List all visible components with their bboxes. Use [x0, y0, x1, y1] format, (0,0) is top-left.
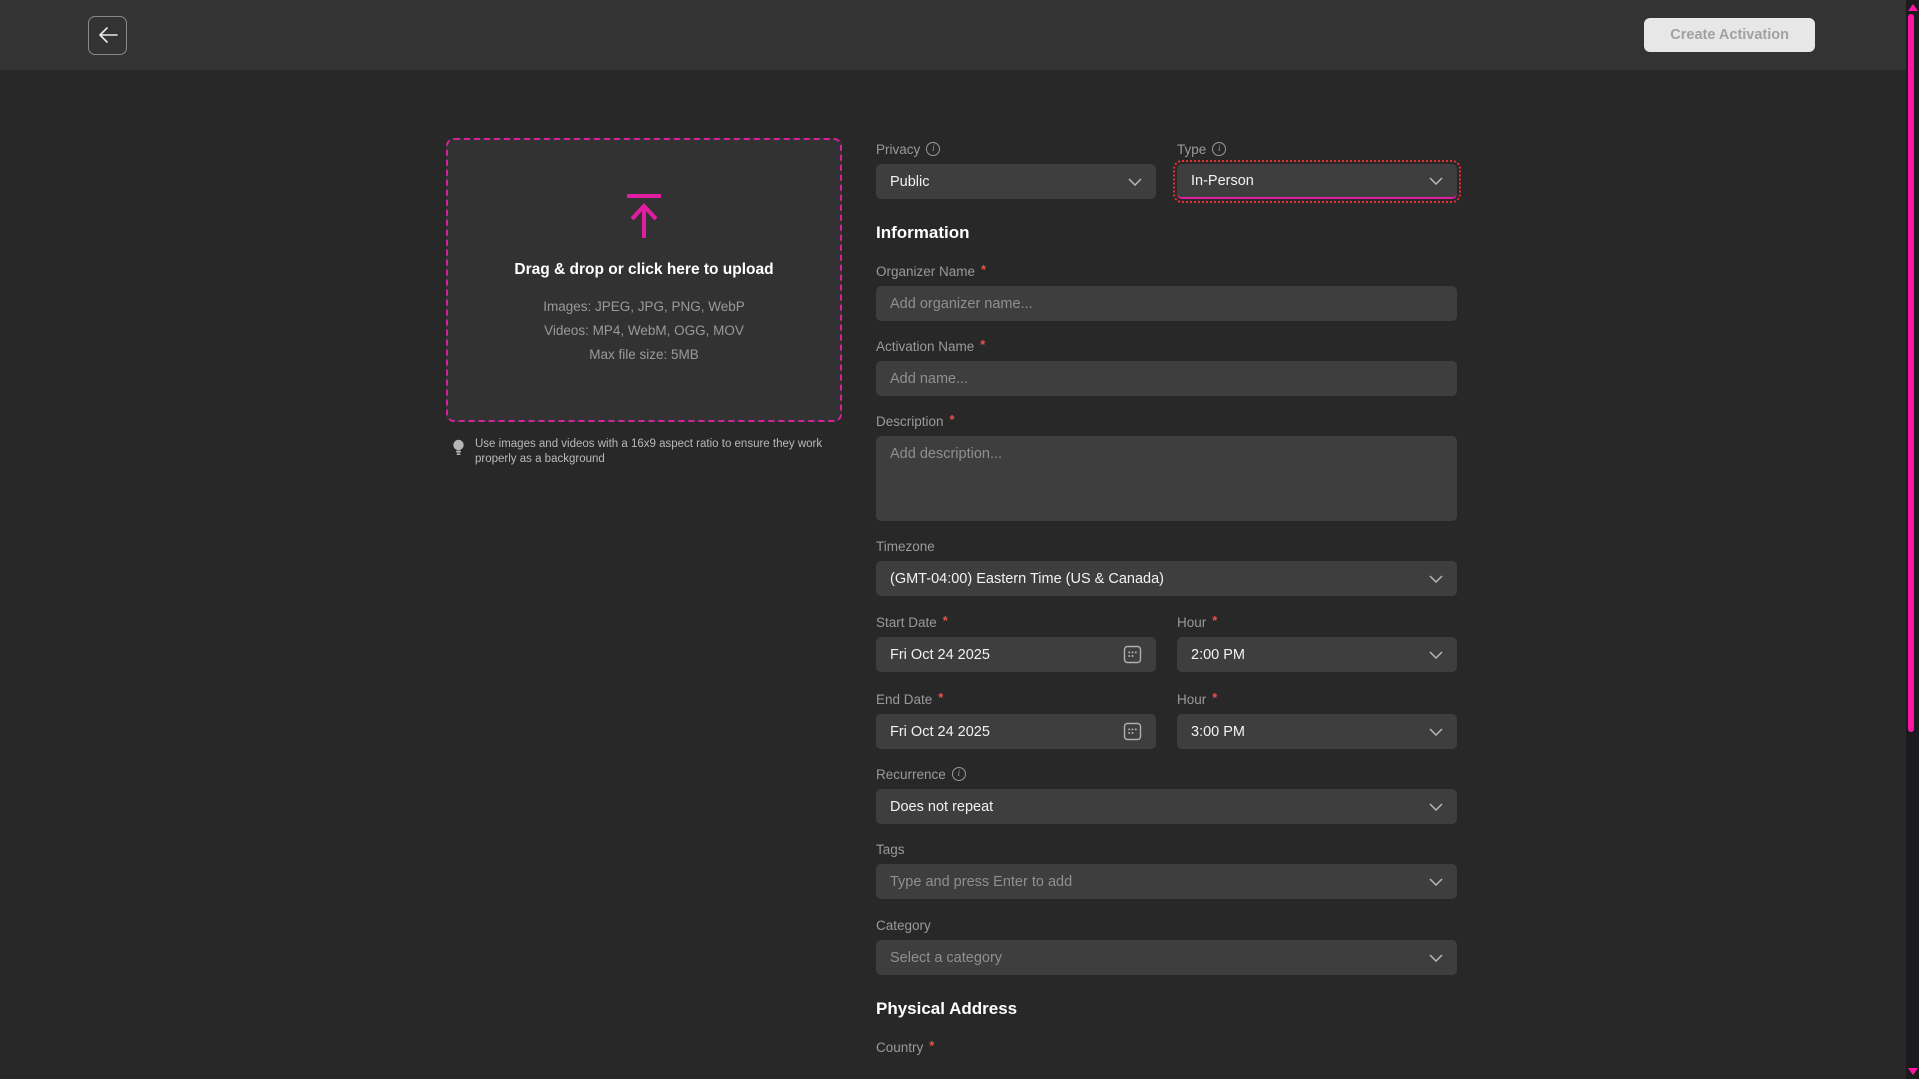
scroll-up-icon[interactable] — [1908, 4, 1918, 11]
upload-arrow-icon — [623, 193, 665, 239]
end-hour-select[interactable]: 3:00 PM — [1177, 714, 1457, 749]
required-marker: * — [981, 262, 986, 277]
calendar-icon[interactable] — [1123, 722, 1142, 741]
recurrence-info-icon[interactable]: i — [952, 767, 966, 781]
required-marker: * — [938, 690, 943, 705]
scrollbar-thumb[interactable] — [1908, 14, 1914, 732]
required-marker: * — [943, 613, 948, 628]
chevron-down-icon — [1429, 803, 1443, 811]
dropzone-image-formats: Images: JPEG, JPG, PNG, WebP — [543, 295, 745, 319]
end-date-input[interactable]: Fri Oct 24 2025 — [876, 714, 1156, 749]
required-marker: * — [980, 337, 985, 352]
privacy-info-icon[interactable]: i — [926, 142, 940, 156]
lightbulb-icon — [452, 439, 465, 457]
category-select[interactable]: Select a category — [876, 940, 1457, 975]
required-marker: * — [1212, 690, 1217, 705]
back-arrow-icon — [98, 27, 118, 43]
type-select[interactable]: In-Person — [1177, 164, 1457, 199]
tags-input[interactable]: Type and press Enter to add — [876, 864, 1457, 899]
start-date-label: Start Date * — [876, 613, 1156, 631]
recurrence-label: Recurrence i — [876, 765, 1457, 783]
chevron-down-icon — [1429, 177, 1443, 185]
activation-name-label: Activation Name * — [876, 337, 1457, 355]
required-marker: * — [929, 1038, 934, 1053]
media-upload-dropzone[interactable]: Drag & drop or click here to upload Imag… — [446, 138, 842, 422]
recurrence-select[interactable]: Does not repeat — [876, 789, 1457, 824]
scroll-down-icon[interactable] — [1908, 1068, 1918, 1075]
aspect-ratio-hint: Use images and videos with a 16x9 aspect… — [452, 437, 848, 467]
end-date-label: End Date * — [876, 690, 1156, 708]
calendar-icon[interactable] — [1123, 645, 1142, 664]
timezone-select[interactable]: (GMT-04:00) Eastern Time (US & Canada) — [876, 561, 1457, 596]
create-activation-button[interactable]: Create Activation — [1644, 18, 1815, 52]
information-heading: Information — [876, 223, 1457, 243]
topbar: Create Activation — [0, 0, 1919, 70]
description-textarea[interactable] — [876, 436, 1457, 521]
hint-text: Use images and videos with a 16x9 aspect… — [475, 437, 845, 467]
activation-form: Privacy i Public Type i In-Person — [876, 140, 1457, 1056]
type-info-icon[interactable]: i — [1212, 142, 1226, 156]
chevron-down-icon — [1128, 178, 1142, 186]
chevron-down-icon — [1429, 954, 1443, 962]
physical-address-heading: Physical Address — [876, 999, 1457, 1019]
vertical-scrollbar[interactable] — [1906, 0, 1919, 1079]
create-activation-page: Create Activation Drag & drop or click h… — [0, 0, 1919, 1079]
dropzone-video-formats: Videos: MP4, WebM, OGG, MOV — [544, 319, 744, 343]
start-hour-select[interactable]: 2:00 PM — [1177, 637, 1457, 672]
chevron-down-icon — [1429, 878, 1443, 886]
dropzone-title: Drag & drop or click here to upload — [514, 261, 773, 279]
start-date-input[interactable]: Fri Oct 24 2025 — [876, 637, 1156, 672]
required-marker: * — [950, 412, 955, 427]
privacy-label: Privacy i — [876, 140, 1156, 158]
tags-label: Tags — [876, 840, 1457, 858]
organizer-name-label: Organizer Name * — [876, 262, 1457, 280]
required-marker: * — [1212, 613, 1217, 628]
activation-name-input[interactable] — [876, 361, 1457, 396]
type-label: Type i — [1177, 140, 1457, 158]
category-label: Category — [876, 916, 1457, 934]
dropzone-max-size: Max file size: 5MB — [589, 343, 699, 367]
country-label: Country * — [876, 1038, 1457, 1056]
privacy-select[interactable]: Public — [876, 164, 1156, 199]
organizer-name-input[interactable] — [876, 286, 1457, 321]
back-button[interactable] — [88, 16, 127, 55]
start-hour-label: Hour * — [1177, 613, 1457, 631]
chevron-down-icon — [1429, 728, 1443, 736]
chevron-down-icon — [1429, 651, 1443, 659]
description-label: Description * — [876, 412, 1457, 430]
chevron-down-icon — [1429, 575, 1443, 583]
end-hour-label: Hour * — [1177, 690, 1457, 708]
timezone-label: Timezone — [876, 537, 1457, 555]
